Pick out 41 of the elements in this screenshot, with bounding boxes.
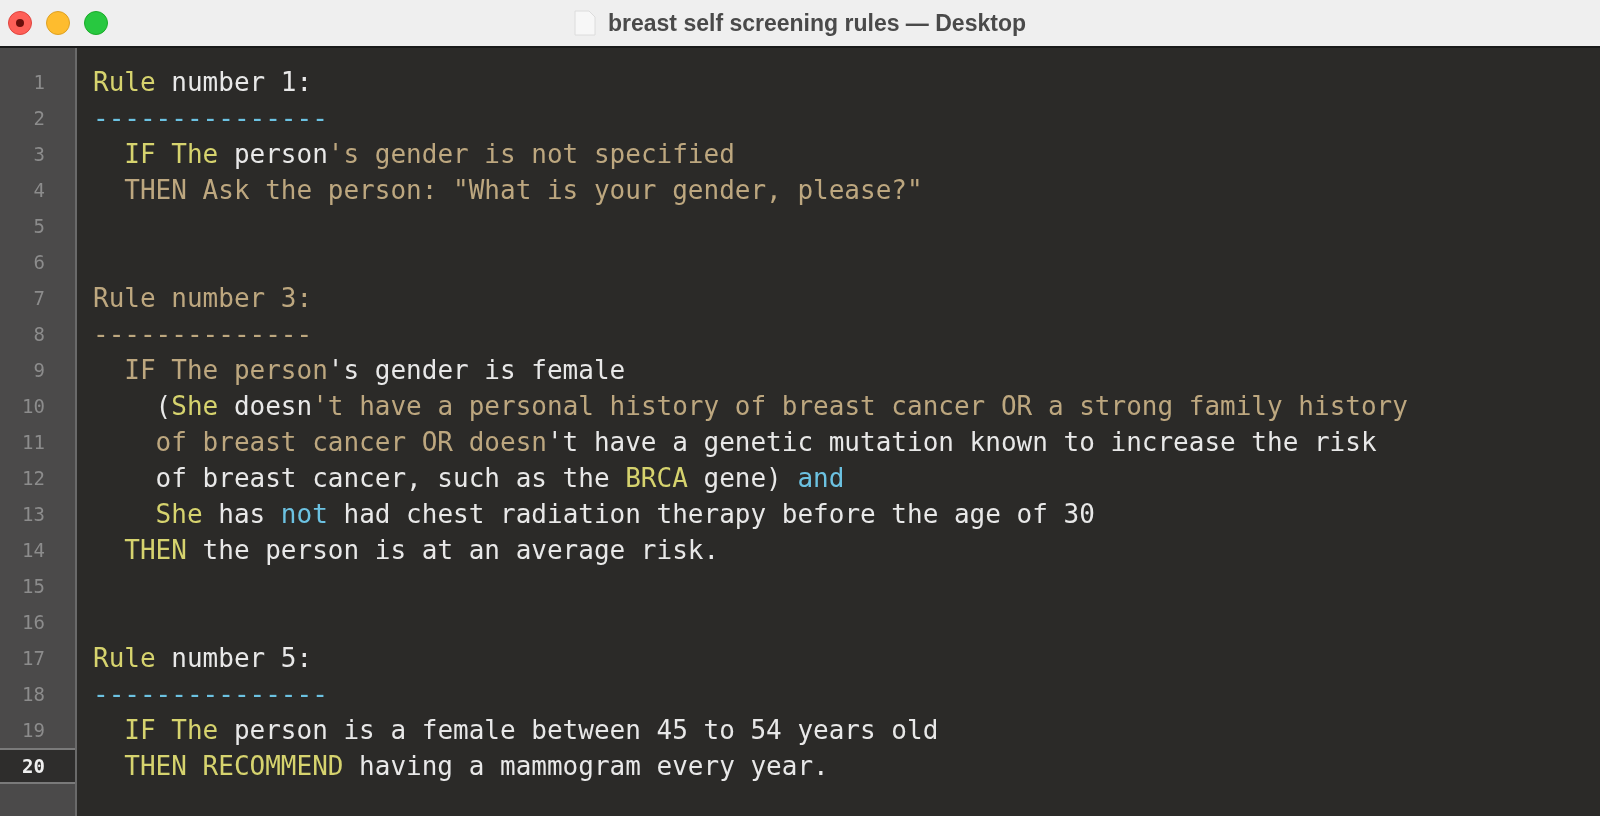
line-number: 1 xyxy=(33,69,45,95)
line-number: 16 xyxy=(22,609,45,635)
line-number: 17 xyxy=(22,645,45,671)
code-line: (She doesn't have a personal history of breast cancer OR a strong family history xyxy=(154,390,1408,423)
line-number: 9 xyxy=(33,357,45,383)
line-number: 2 xyxy=(33,105,45,131)
line-number: 15 xyxy=(22,573,45,599)
code-line: -------------- xyxy=(93,318,313,351)
window-title: breast self screening rules — Desktop xyxy=(608,8,1026,38)
code-line: IF The person's gender is not specified xyxy=(123,138,735,171)
line-number: 19 xyxy=(22,717,45,743)
line-number: 13 xyxy=(22,501,45,527)
code-line: Rule number 5: xyxy=(93,642,313,675)
code-line: THEN RECOMMEND having a mammogram every year. xyxy=(123,750,829,783)
code-line: Rule number 3: xyxy=(93,282,313,315)
document-icon xyxy=(574,10,596,36)
line-number: 18 xyxy=(22,681,45,707)
line-number: 3 xyxy=(33,141,45,167)
line-number: 11 xyxy=(22,429,45,455)
code-line: Rule number 1: xyxy=(93,66,313,99)
code-line: --------------- xyxy=(93,678,328,711)
line-number: 12 xyxy=(22,465,45,491)
line-number: 8 xyxy=(33,321,45,347)
line-number: 4 xyxy=(33,177,45,203)
close-button[interactable] xyxy=(8,11,32,35)
zoom-button[interactable] xyxy=(84,11,108,35)
line-number: 10 xyxy=(22,393,45,419)
code-line: She has not had chest radiation therapy before the age of 30 xyxy=(154,498,1095,531)
code-line: --------------- xyxy=(93,102,328,135)
code-line: of breast cancer OR doesn't have a genetic mutation known to increase the risk xyxy=(154,426,1377,459)
line-number: 5 xyxy=(33,213,45,239)
code-line: of breast cancer, such as the BRCA gene) and xyxy=(154,462,845,495)
minimize-button[interactable] xyxy=(46,11,70,35)
code-line: THEN Ask the person: "What is your gender, please?" xyxy=(123,174,923,207)
code-line: IF The person is a female between 45 to 54 years old xyxy=(123,714,939,747)
line-number: 7 xyxy=(33,285,45,311)
line-number: 14 xyxy=(22,537,45,563)
code-line: IF The person's gender is female xyxy=(123,354,626,387)
code-line: THEN the person is at an average risk. xyxy=(123,534,720,567)
line-number: 20 xyxy=(22,753,45,779)
line-number: 6 xyxy=(33,249,45,275)
